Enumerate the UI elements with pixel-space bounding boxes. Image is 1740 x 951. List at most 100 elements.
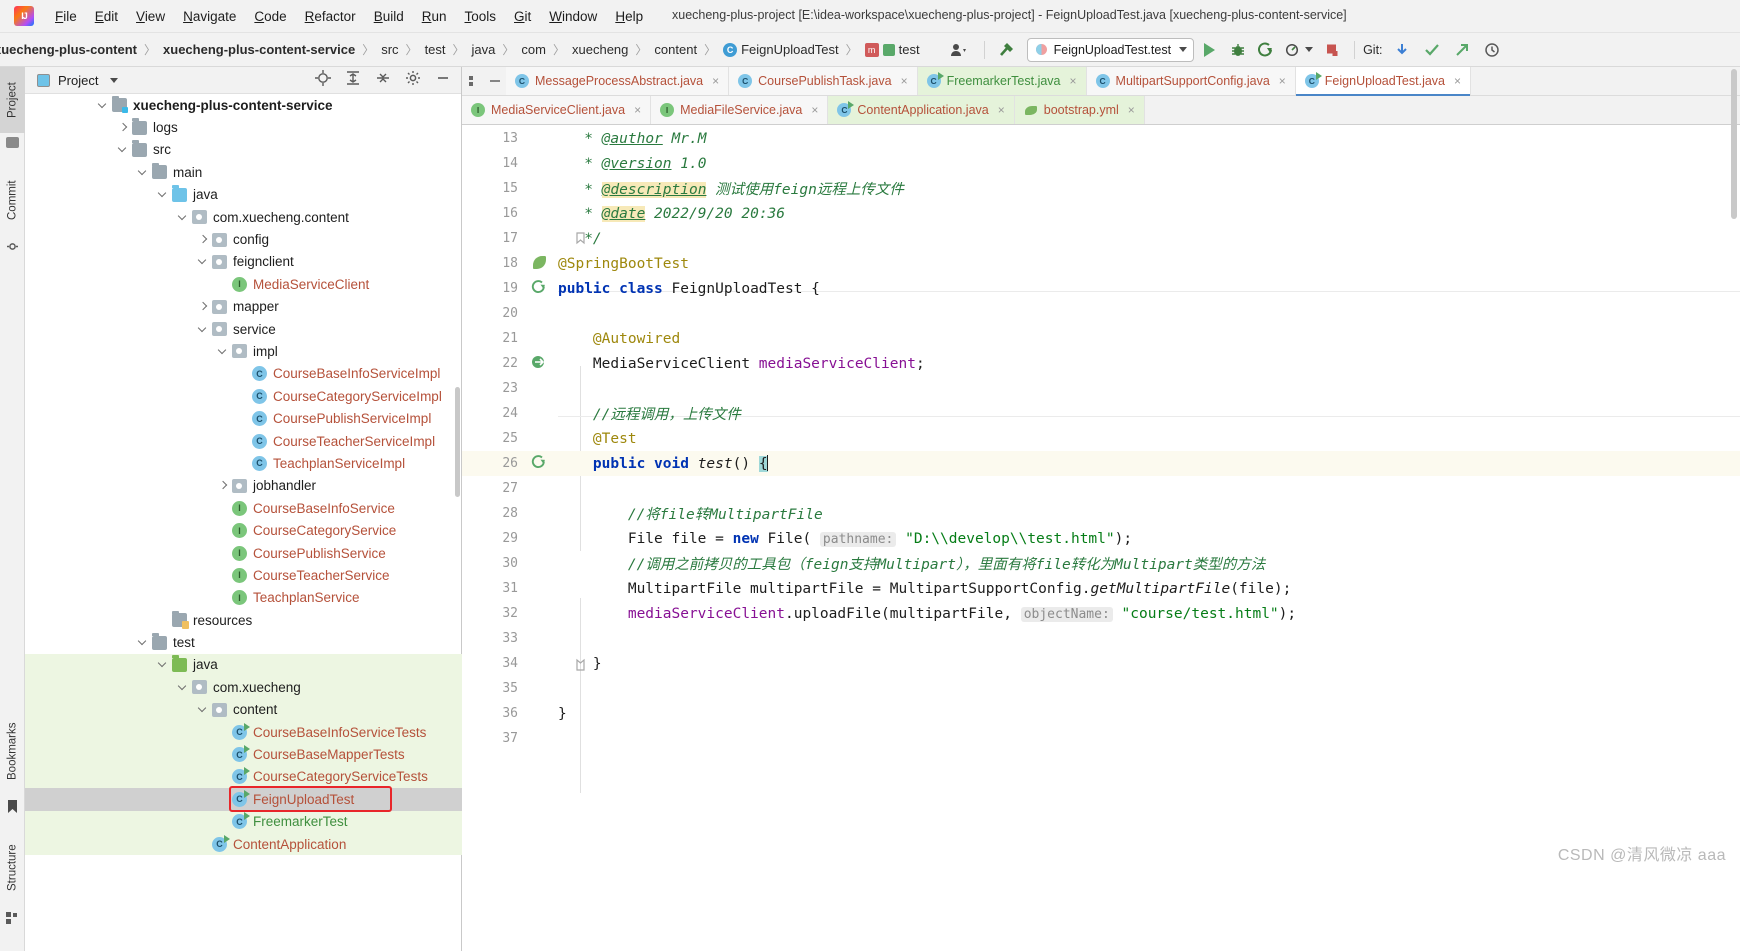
tree-item-CourseCategoryServiceTests[interactable]: CourseCategoryServiceTests <box>25 765 462 789</box>
chevron-down-icon[interactable] <box>177 681 190 694</box>
tree-item-CoursePublishService[interactable]: CoursePublishService <box>25 542 462 564</box>
tree-item-xuecheng-plus-content-service[interactable]: xuecheng-plus-content-service <box>25 94 462 116</box>
tree-item-CourseCategoryService[interactable]: CourseCategoryService <box>25 519 462 541</box>
tool-window-bookmarks[interactable]: Bookmarks <box>0 709 25 793</box>
code-line-21[interactable]: 21 @Autowired <box>462 326 1740 351</box>
run-test-gutter-icon[interactable] <box>525 451 558 476</box>
tree-item-CoursePublishServiceImpl[interactable]: CoursePublishServiceImpl <box>25 407 462 429</box>
tree-item-src[interactable]: src <box>25 139 462 161</box>
close-tab-icon[interactable]: × <box>998 103 1005 117</box>
tool-window-structure[interactable]: Structure <box>0 830 25 906</box>
tool-window-project[interactable]: Project <box>0 67 25 133</box>
menu-refactor[interactable]: Refactor <box>296 6 365 27</box>
run-button[interactable] <box>1194 38 1224 62</box>
locate-icon[interactable] <box>315 69 331 91</box>
debug-button[interactable] <box>1224 38 1252 62</box>
chevron-right-icon[interactable] <box>217 479 230 492</box>
tree-item-com.xuecheng.content[interactable]: com.xuecheng.content <box>25 206 462 228</box>
chevron-down-icon[interactable] <box>1179 47 1188 52</box>
close-tab-icon[interactable]: × <box>901 74 908 88</box>
chevron-down-icon[interactable] <box>97 99 110 112</box>
code-line-35[interactable]: 35 <box>462 676 1740 701</box>
chevron-right-icon[interactable] <box>197 300 210 313</box>
chevron-down-icon[interactable] <box>157 188 170 201</box>
menu-file[interactable]: File <box>46 6 86 27</box>
tree-item-resources[interactable]: resources <box>25 609 462 631</box>
editor-tab-bootstrap.yml[interactable]: bootstrap.yml × <box>1014 96 1145 124</box>
editor-tab-MediaServiceClient.java[interactable]: MediaServiceClient.java × <box>462 96 652 124</box>
chevron-down-icon[interactable] <box>137 636 150 649</box>
chevron-down-icon[interactable] <box>117 143 130 156</box>
editor-tab-MessageProcessAbstract.java[interactable]: MessageProcessAbstract.java × <box>506 67 730 95</box>
editor-tab-CoursePublishTask.java[interactable]: CoursePublishTask.java × <box>729 67 918 95</box>
tree-item-CourseBaseInfoService[interactable]: CourseBaseInfoService <box>25 497 462 519</box>
run-test-gutter-icon[interactable] <box>525 276 558 301</box>
menu-help[interactable]: Help <box>606 6 652 27</box>
code-line-32[interactable]: 32 mediaServiceClient.uploadFile(multipa… <box>462 601 1740 626</box>
tree-item-jobhandler[interactable]: jobhandler <box>25 475 462 497</box>
close-tab-icon[interactable]: × <box>1128 103 1135 117</box>
code-line-13[interactable]: 13 * @author Mr.M <box>462 126 1740 151</box>
tree-item-com.xuecheng[interactable]: com.xuecheng <box>25 676 462 699</box>
code-line-33[interactable]: 33 <box>462 626 1740 651</box>
tabs-overflow-icon[interactable] <box>462 67 484 95</box>
breadcrumb-item-FeignUploadTest[interactable]: FeignUploadTest <box>723 42 839 57</box>
menu-view[interactable]: View <box>127 6 174 27</box>
code-line-18[interactable]: 18 @SpringBootTest <box>462 251 1740 276</box>
menu-run[interactable]: Run <box>413 6 456 27</box>
code-line-20[interactable]: 20 <box>462 301 1740 326</box>
chevron-down-icon[interactable] <box>197 703 210 716</box>
chevron-down-icon[interactable] <box>137 166 150 179</box>
editor-tab-FeignUploadTest.java[interactable]: FeignUploadTest.java × <box>1295 67 1472 96</box>
code-line-31[interactable]: 31 MultipartFile multipartFile = Multipa… <box>462 576 1740 601</box>
user-avatar-icon[interactable] <box>942 38 976 62</box>
run-with-coverage-button[interactable] <box>1252 38 1280 62</box>
chevron-down-icon[interactable] <box>197 323 210 336</box>
tree-item-CourseBaseInfoServiceImpl[interactable]: CourseBaseInfoServiceImpl <box>25 363 462 385</box>
chevron-down-icon[interactable] <box>177 211 190 224</box>
editor-tab-FreemarkerTest.java[interactable]: FreemarkerTest.java × <box>917 67 1087 95</box>
code-line-27[interactable]: 27 <box>462 476 1740 501</box>
editor-tab-MultipartSupportConfig.java[interactable]: MultipartSupportConfig.java × <box>1086 67 1296 95</box>
tree-item-TeachplanServiceImpl[interactable]: TeachplanServiceImpl <box>25 452 462 474</box>
close-tab-icon[interactable]: × <box>1070 74 1077 88</box>
chevron-down-icon[interactable] <box>157 658 170 671</box>
code-line-24[interactable]: 24 //远程调用，上传文件 <box>462 401 1740 426</box>
menu-window[interactable]: Window <box>540 6 606 27</box>
code-line-30[interactable]: 30 //调用之前拷贝的工具包（feign支持Multipart），里面有将fi… <box>462 551 1740 576</box>
code-line-25[interactable]: 25 @Test <box>462 426 1740 451</box>
tree-item-MediaServiceClient[interactable]: MediaServiceClient <box>25 273 462 295</box>
chevron-right-icon[interactable] <box>197 233 210 246</box>
chevron-down-icon[interactable] <box>217 345 230 358</box>
tree-item-logs[interactable]: logs <box>25 116 462 138</box>
breadcrumb-item-test[interactable]: test <box>864 42 920 57</box>
breadcrumb-item-xuecheng-plus-content-service[interactable]: xuecheng-plus-content-service <box>163 42 355 57</box>
code-editor[interactable]: 13 * @author Mr.M 14 * @version 1.0 15 * @… <box>462 126 1740 951</box>
menu-tools[interactable]: Tools <box>456 6 506 27</box>
tree-item-test[interactable]: test <box>25 631 462 653</box>
history-icon[interactable] <box>1477 38 1507 62</box>
tree-item-CourseCategoryServiceImpl[interactable]: CourseCategoryServiceImpl <box>25 385 462 407</box>
run-configuration-selector[interactable]: FeignUploadTest.test <box>1026 37 1195 62</box>
menu-edit[interactable]: Edit <box>86 6 127 27</box>
tree-item-impl[interactable]: impl <box>25 340 462 362</box>
close-tab-icon[interactable]: × <box>1279 74 1286 88</box>
settings-gear-icon[interactable] <box>405 70 421 91</box>
tool-window-commit[interactable]: Commit <box>0 167 25 233</box>
project-tree[interactable]: xuecheng-plus-content-service logs src main… <box>25 94 462 951</box>
menu-git[interactable]: Git <box>505 6 540 27</box>
collapse-all-icon[interactable] <box>375 70 391 91</box>
breadcrumb-item-xuecheng[interactable]: xuecheng <box>572 42 628 57</box>
code-line-15[interactable]: 15 * @description 测试使用feign远程上传文件 <box>462 176 1740 201</box>
build-hammer-icon[interactable] <box>993 38 1023 62</box>
chevron-right-icon[interactable] <box>117 121 130 134</box>
profiler-button[interactable] <box>1280 38 1318 62</box>
menu-navigate[interactable]: Navigate <box>174 6 245 27</box>
project-tree-scrollbar[interactable] <box>455 387 460 497</box>
tree-item-config[interactable]: config <box>25 228 462 250</box>
expand-all-icon[interactable] <box>345 70 361 91</box>
close-tab-icon[interactable]: × <box>634 103 641 117</box>
git-commit-button[interactable] <box>1417 38 1447 62</box>
close-tab-icon[interactable]: × <box>1454 74 1461 88</box>
chevron-down-icon[interactable] <box>197 255 210 268</box>
